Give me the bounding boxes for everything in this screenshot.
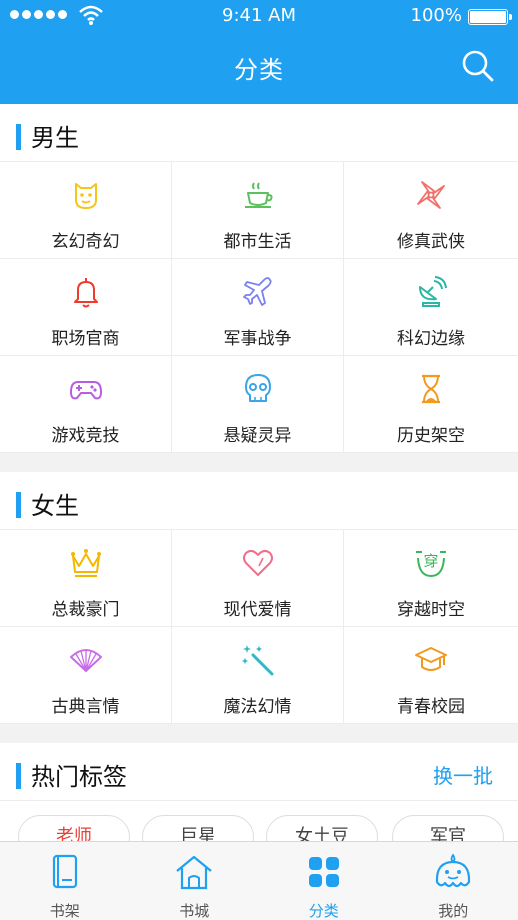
section-accent-bar [16, 492, 21, 518]
category-chuanyue[interactable]: 穿 穿越时空 [344, 530, 518, 627]
category-label: 青春校园 [397, 697, 465, 717]
tab-bookshelf[interactable]: 书架 [0, 842, 130, 920]
section-title-male: 男生 [31, 124, 79, 152]
badge-text: 穿 [423, 552, 438, 570]
category-xiandai[interactable]: 现代爱情 [172, 530, 344, 627]
refresh-tags-button[interactable]: 换一批 [433, 760, 493, 789]
section-title-female: 女生 [31, 492, 79, 520]
status-bar: 9:41 AM 100% [0, 0, 518, 34]
category-zongcai[interactable]: 总裁豪门 [0, 530, 172, 627]
battery-percent: 100% [410, 5, 462, 26]
tab-label: 我的 [438, 902, 469, 920]
bell-icon [73, 278, 98, 308]
chuan-badge-icon: 穿 [416, 551, 446, 578]
tab-label: 书架 [49, 902, 80, 920]
heart-icon [242, 549, 273, 576]
section-header: 女生 [0, 472, 518, 530]
category-label: 游戏竞技 [51, 426, 120, 446]
category-xuanyi[interactable]: 悬疑灵异 [172, 356, 344, 453]
category-kehuan[interactable]: 科幻边缘 [344, 259, 518, 356]
category-label: 职场官商 [51, 329, 120, 349]
tag-chip[interactable]: 老师 [18, 815, 130, 843]
hourglass-icon [422, 374, 440, 404]
tab-label: 分类 [308, 902, 339, 920]
category-label: 军事战争 [223, 329, 292, 349]
category-label: 历史架空 [397, 426, 465, 446]
magic-wand-icon [241, 645, 273, 676]
section-accent-bar [16, 763, 21, 789]
category-xiuzhen[interactable]: 修真武侠 [344, 162, 518, 259]
airplane-icon [242, 277, 272, 306]
tag-list: 老师 巨星 女土豆 军官 [0, 801, 518, 843]
page-title: 分类 [234, 56, 284, 84]
category-zhichang[interactable]: 职场官商 [0, 259, 172, 356]
category-label: 现代爱情 [223, 600, 292, 620]
coffee-cup-icon [244, 182, 273, 208]
female-category-grid: 总裁豪门 现代爱情 穿 穿越时空 古典言情 魔法幻情 青春校园 [0, 530, 518, 724]
category-label: 魔法幻情 [223, 697, 292, 717]
bottom-tab-bar: 书架 书城 分类 我的 [0, 841, 518, 920]
app-header: 9:41 AM 100% 分类 [0, 0, 518, 104]
category-gudian[interactable]: 古典言情 [0, 627, 172, 724]
satellite-dish-icon [419, 276, 447, 307]
category-grid-icon [308, 857, 339, 887]
category-xuanhuan[interactable]: 玄幻奇幻 [0, 162, 172, 259]
category-label: 科幻边缘 [397, 329, 465, 349]
category-youxi[interactable]: 游戏竞技 [0, 356, 172, 453]
tab-category[interactable]: 分类 [259, 842, 389, 920]
category-mofa[interactable]: 魔法幻情 [172, 627, 344, 724]
section-title-hot-tags: 热门标签 [31, 763, 127, 791]
gamepad-icon [69, 381, 102, 400]
battery-icon [468, 9, 512, 25]
tag-chip[interactable]: 巨星 [142, 815, 254, 843]
category-label: 玄幻奇幻 [51, 232, 120, 252]
profile-mascot-icon [436, 853, 471, 888]
tab-label: 书城 [179, 902, 210, 920]
category-junshi[interactable]: 军事战争 [172, 259, 344, 356]
section-accent-bar [16, 124, 21, 150]
female-category-section: 女生 总裁豪门 现代爱情 穿 穿越时空 古典言情 魔法幻情 青春校园 [0, 472, 518, 724]
category-label: 总裁豪门 [51, 600, 120, 620]
hot-tags-section: 热门标签 换一批 老师 巨星 女土豆 军官 [0, 743, 518, 843]
category-label: 悬疑灵异 [223, 426, 292, 446]
section-header: 男生 [0, 104, 518, 162]
category-label: 都市生活 [223, 232, 292, 252]
category-label: 穿越时空 [397, 600, 465, 620]
male-category-grid: 玄幻奇幻 都市生活 修真武侠 职场官商 军事战争 科幻边缘 游戏竞技 悬疑灵异 … [0, 162, 518, 453]
monster-face-icon [74, 183, 97, 209]
category-qingchun[interactable]: 青春校园 [344, 627, 518, 724]
crown-icon [70, 549, 101, 577]
folding-fan-icon [69, 649, 102, 672]
tab-mine[interactable]: 我的 [389, 842, 518, 920]
tag-chip[interactable]: 军官 [392, 815, 504, 843]
search-icon[interactable] [458, 46, 498, 86]
male-category-section: 男生 玄幻奇幻 都市生活 修真武侠 职场官商 军事战争 科幻边缘 游戏竞技 悬疑… [0, 104, 518, 453]
tab-bookstore[interactable]: 书城 [130, 842, 260, 920]
tag-chip[interactable]: 女土豆 [266, 815, 378, 843]
bookshelf-icon [52, 854, 77, 889]
category-label: 古典言情 [51, 697, 120, 717]
section-header: 热门标签 换一批 [0, 743, 518, 801]
shuriken-icon [417, 181, 445, 209]
category-label: 修真武侠 [397, 232, 465, 252]
bookstore-house-icon [176, 855, 212, 890]
skull-icon [244, 374, 271, 402]
category-dushi[interactable]: 都市生活 [172, 162, 344, 259]
category-lishi[interactable]: 历史架空 [344, 356, 518, 453]
graduation-cap-icon [415, 647, 447, 671]
